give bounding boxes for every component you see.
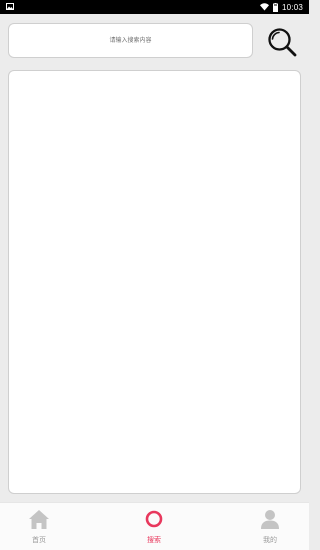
status-time: 10:03	[281, 2, 303, 12]
status-indicators: 10:03	[259, 0, 303, 14]
home-icon	[29, 510, 49, 529]
nav-item-home[interactable]: 首页	[0, 503, 79, 550]
nav-item-search[interactable]: 搜索	[114, 503, 194, 550]
bottom-nav: 首页 搜索 我的	[0, 502, 309, 550]
user-icon	[261, 510, 279, 529]
nav-label-search: 搜索	[147, 536, 161, 544]
battery-icon	[272, 2, 278, 12]
search-icon	[268, 28, 297, 57]
search-input[interactable]	[8, 23, 253, 58]
nav-label-home: 首页	[32, 536, 46, 544]
nav-label-profile: 我的	[263, 536, 277, 544]
search-results-panel	[8, 70, 301, 494]
search-ring-icon	[145, 510, 163, 528]
wifi-icon	[259, 3, 269, 11]
search-button[interactable]	[262, 23, 302, 61]
nav-item-profile[interactable]: 我的	[230, 503, 310, 550]
status-bar: 10:03	[0, 0, 309, 14]
image-icon	[6, 3, 14, 10]
